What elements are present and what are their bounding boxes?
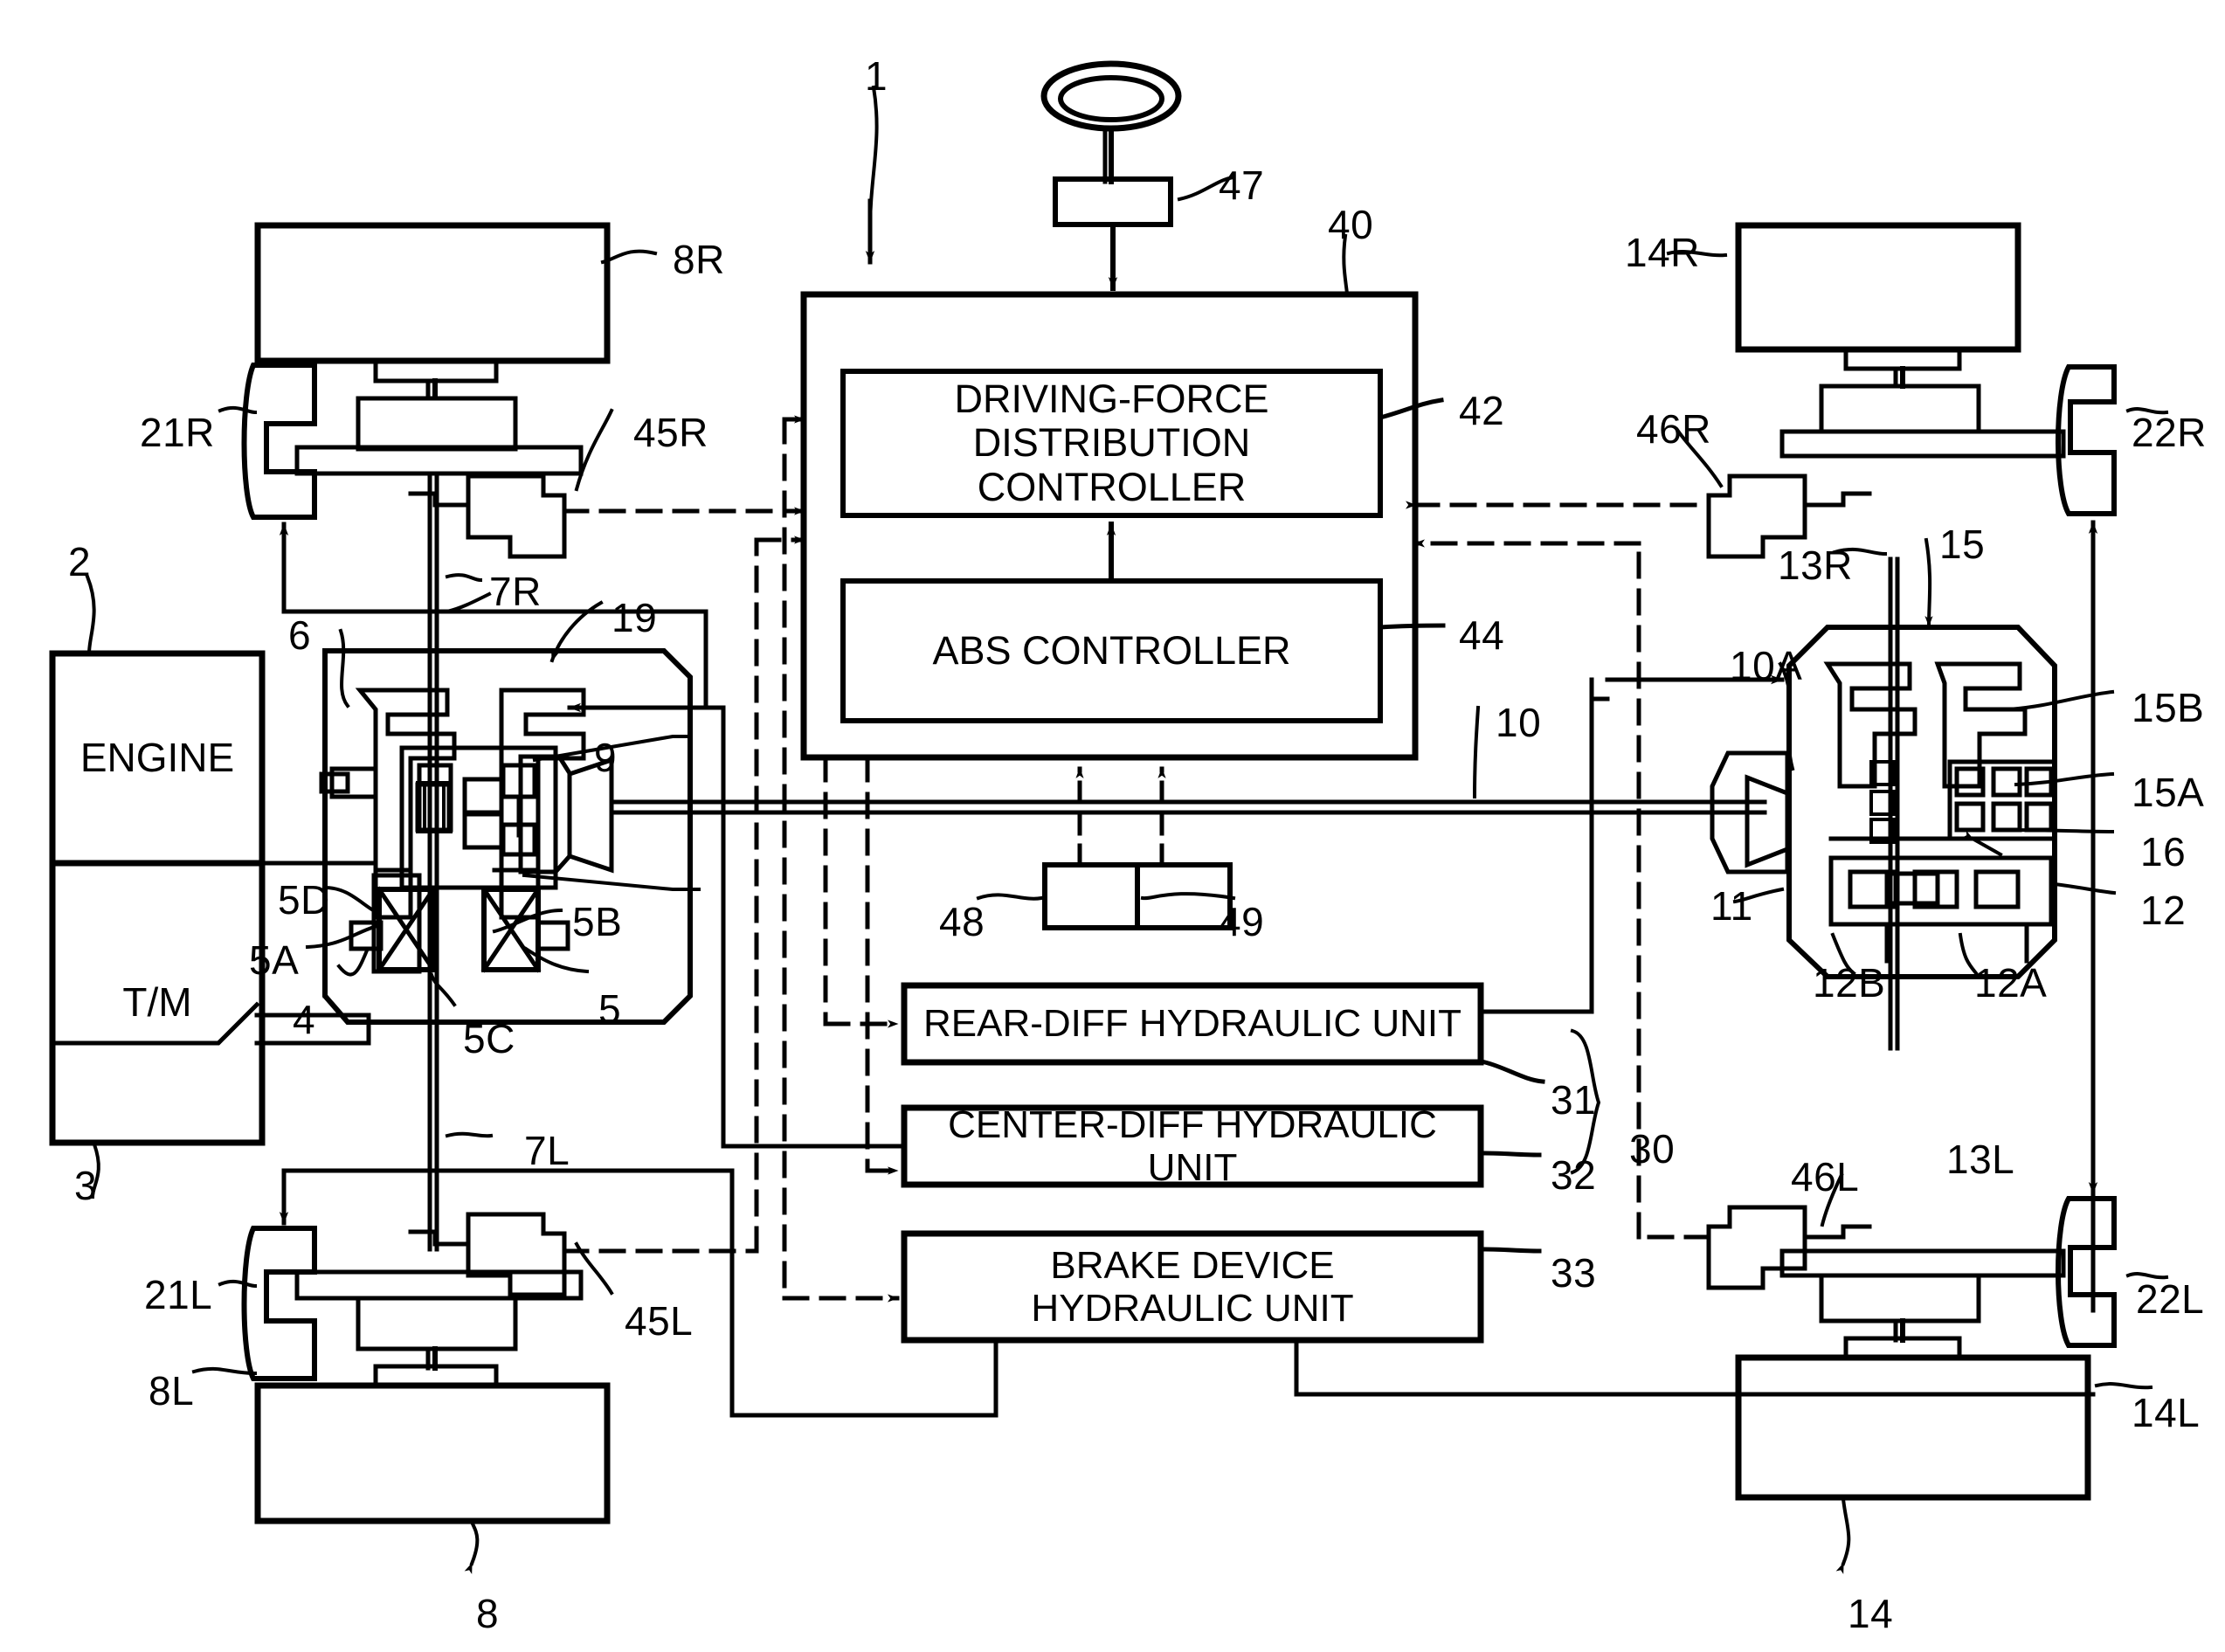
reference-numeral-46L: 46L bbox=[1791, 1154, 1860, 1199]
brake-caliper-21R bbox=[241, 363, 317, 520]
reference-numeral-14L: 14L bbox=[2132, 1390, 2201, 1435]
reference-numeral-8: 8 bbox=[476, 1591, 500, 1636]
patent-figure: ENGINE T/M DRIVING-FORCE DISTRIBUTION CO… bbox=[0, 0, 2225, 1652]
reference-numeral-11: 11 bbox=[1710, 883, 1753, 929]
reference-numeral-7R: 7R bbox=[489, 569, 542, 614]
reference-numeral-5D: 5D bbox=[278, 877, 330, 923]
reference-numeral-10A: 10A bbox=[1730, 643, 1803, 688]
reference-numeral-8L: 8L bbox=[149, 1368, 195, 1414]
reference-numeral-12: 12 bbox=[2140, 888, 2187, 933]
reference-numeral-5: 5 bbox=[598, 986, 622, 1032]
reference-numeral-49: 49 bbox=[1219, 899, 1265, 944]
reference-numeral-8R: 8R bbox=[673, 237, 725, 282]
reference-numeral-15B: 15B bbox=[2132, 685, 2205, 730]
brake-device-hydraulic-unit-label: BRAKE DEVICE HYDRAULIC UNIT bbox=[1031, 1243, 1354, 1330]
reference-numeral-9: 9 bbox=[594, 735, 618, 780]
reference-numeral-45L: 45L bbox=[625, 1298, 694, 1344]
reference-numeral-14: 14 bbox=[1848, 1591, 1894, 1636]
reference-numeral-48: 48 bbox=[939, 899, 985, 944]
engine-label: ENGINE bbox=[79, 735, 235, 781]
reference-numeral-22L: 22L bbox=[2136, 1276, 2205, 1322]
wheel-14R bbox=[1735, 222, 2021, 353]
driving-force-distribution-controller-label: DRIVING-FORCE DISTRIBUTION CONTROLLER bbox=[954, 376, 1269, 509]
reference-numeral-5C: 5C bbox=[463, 1016, 515, 1061]
wheel-8R bbox=[254, 222, 611, 364]
reference-numeral-15A: 15A bbox=[2132, 770, 2205, 815]
reference-numeral-12B: 12B bbox=[1813, 960, 1886, 1006]
reference-numeral-45R: 45R bbox=[633, 410, 708, 455]
reference-numeral-33: 33 bbox=[1551, 1250, 1597, 1296]
steering-wheel-icon bbox=[1040, 60, 1182, 184]
reference-numeral-22R: 22R bbox=[2132, 410, 2207, 455]
reference-numeral-14R: 14R bbox=[1625, 230, 1700, 275]
reference-numeral-47: 47 bbox=[1219, 162, 1265, 208]
reference-numeral-13R: 13R bbox=[1778, 543, 1853, 588]
reference-numeral-30: 30 bbox=[1629, 1126, 1676, 1172]
reference-numeral-4: 4 bbox=[293, 997, 316, 1042]
reference-numeral-13L: 13L bbox=[1946, 1137, 2015, 1182]
reference-numeral-21L: 21L bbox=[144, 1272, 213, 1317]
figure-line-art bbox=[49, 60, 2169, 1574]
reference-numeral-21R: 21R bbox=[140, 410, 215, 455]
wheel-14L bbox=[1735, 1354, 2091, 1501]
reference-numeral-40: 40 bbox=[1328, 202, 1374, 247]
reference-numeral-42: 42 bbox=[1459, 388, 1505, 433]
rear-diff-hydraulic-unit-label: REAR-DIFF HYDRAULIC UNIT bbox=[922, 1002, 1462, 1046]
reference-numeral-6: 6 bbox=[288, 612, 312, 658]
reference-numeral-12A: 12A bbox=[1974, 960, 2048, 1006]
reference-numeral-32: 32 bbox=[1551, 1152, 1597, 1198]
reference-numeral-16: 16 bbox=[2140, 829, 2187, 874]
transmission-label: T/M bbox=[122, 979, 192, 1026]
reference-numeral-3: 3 bbox=[74, 1163, 98, 1208]
reference-numeral-1: 1 bbox=[865, 53, 888, 99]
center-diff-hydraulic-unit-label: CENTER-DIFF HYDRAULIC UNIT bbox=[948, 1102, 1437, 1189]
wheel-8L bbox=[254, 1382, 611, 1524]
brake-caliper-21L bbox=[241, 1226, 317, 1381]
brake-caliper-22R bbox=[2056, 364, 2117, 516]
brake-caliper-22L bbox=[2056, 1196, 2117, 1348]
reference-numeral-2: 2 bbox=[68, 539, 92, 584]
reference-numeral-15: 15 bbox=[1939, 522, 1986, 567]
reference-numeral-10: 10 bbox=[1496, 700, 1542, 745]
reference-numeral-44: 44 bbox=[1459, 612, 1505, 658]
reference-numeral-5A: 5A bbox=[249, 937, 300, 983]
reference-numeral-7L: 7L bbox=[524, 1128, 570, 1173]
reference-numeral-5B: 5B bbox=[572, 899, 623, 944]
reference-numeral-31: 31 bbox=[1551, 1077, 1597, 1123]
reference-numeral-46R: 46R bbox=[1636, 406, 1711, 452]
abs-controller-label: ABS CONTROLLER bbox=[932, 627, 1291, 673]
reference-numeral-19: 19 bbox=[612, 595, 658, 640]
